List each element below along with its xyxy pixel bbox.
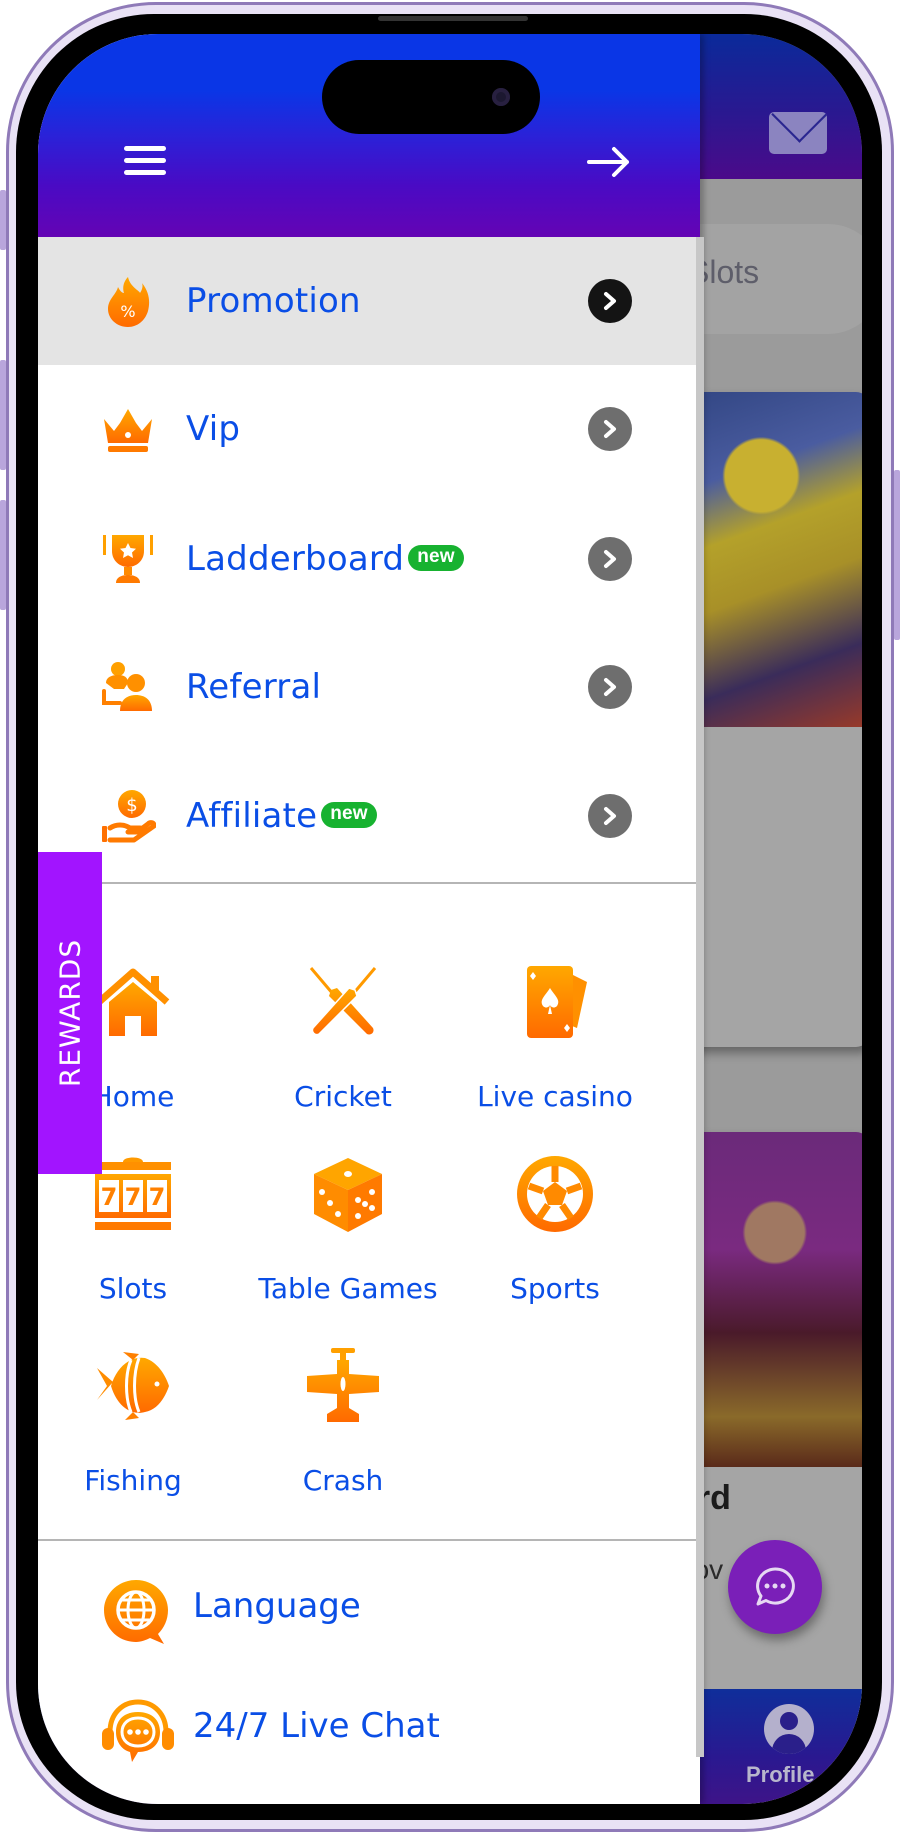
home-icon <box>96 968 170 1036</box>
rewards-tab[interactable]: REWARDS <box>38 852 102 1174</box>
category-label: Fishing <box>84 1464 182 1497</box>
category-fishing[interactable]: Fishing <box>38 1346 238 1521</box>
menu-item-label: Referral <box>186 667 322 707</box>
rewards-tab-label: REWARDS <box>53 938 87 1088</box>
people-icon <box>102 662 152 711</box>
category-label: Live casino <box>477 1080 633 1113</box>
menu-item-affiliate[interactable]: $ Affiliate new <box>38 752 700 880</box>
hand-coin-icon: $ <box>102 790 156 843</box>
footer-item-label: 24/7 Live Chat <box>193 1706 440 1746</box>
category-slots[interactable]: 7 7 7 Slots <box>38 1154 238 1329</box>
svg-text:$: $ <box>126 795 137 816</box>
soccer-ball-icon <box>517 1156 593 1232</box>
dice-icon <box>314 1158 382 1232</box>
flame-percent-icon: % <box>108 277 150 327</box>
cricket-bats-icon <box>309 967 377 1036</box>
phone-button-power <box>894 470 900 640</box>
menu-item-label: Vip <box>186 409 241 449</box>
menu-item-referral[interactable]: Referral <box>38 623 700 751</box>
globe-chat-icon <box>104 1580 168 1644</box>
hamburger-icon[interactable] <box>124 146 166 180</box>
dynamic-island <box>322 60 540 134</box>
category-live-casino[interactable]: Live casino <box>450 962 660 1137</box>
menu-item-ladderboard[interactable]: Ladderboard new <box>38 495 700 623</box>
airplane-icon <box>307 1348 379 1422</box>
new-badge: new <box>321 802 377 828</box>
chevron-right-icon <box>588 537 632 581</box>
category-sports[interactable]: Sports <box>450 1154 660 1329</box>
divider <box>38 1539 700 1541</box>
chevron-right-icon <box>588 279 632 323</box>
fish-icon <box>97 1352 169 1420</box>
phone-button-volume-down <box>0 500 6 610</box>
chat-bubble-icon <box>756 1567 795 1606</box>
svg-text:7: 7 <box>149 1183 166 1211</box>
category-cricket[interactable]: Cricket <box>238 962 448 1137</box>
menu-item-promotion[interactable]: % Promotion <box>38 237 700 365</box>
category-label: Slots <box>98 1272 168 1305</box>
new-badge: new <box>408 545 464 571</box>
drawer-header <box>38 34 700 237</box>
crown-icon <box>104 409 152 452</box>
phone-button-silent <box>0 190 6 250</box>
chevron-right-icon <box>588 407 632 451</box>
bottom-nav-profile-label[interactable]: Profile <box>746 1762 814 1788</box>
slot-machine-icon: 7 7 7 <box>95 1157 171 1230</box>
chevron-right-icon <box>588 794 632 838</box>
menu-item-label-text: Affiliate <box>186 796 318 836</box>
chat-fab-button[interactable] <box>728 1540 822 1634</box>
camera-icon <box>492 88 510 106</box>
category-crash[interactable]: Crash <box>238 1346 448 1521</box>
category-label: Sports <box>510 1272 600 1305</box>
phone-screen: Slots ard nov Profile % Promotion <box>38 34 862 1804</box>
category-table-games[interactable]: Table Games <box>243 1154 453 1329</box>
menu-item-language[interactable]: Language <box>38 1556 700 1656</box>
phone-button-volume-up <box>0 360 6 470</box>
menu-item-live-chat[interactable]: 24/7 Live Chat <box>38 1676 700 1776</box>
divider <box>38 882 700 884</box>
phone-speaker <box>378 16 528 21</box>
category-label: Crash <box>302 1464 384 1497</box>
footer-item-label: Language <box>193 1586 361 1626</box>
drawer-scrollbar[interactable] <box>696 237 704 1757</box>
chevron-right-icon <box>588 665 632 709</box>
menu-item-label: Ladderboard new <box>186 539 464 579</box>
menu-item-label: Affiliate new <box>186 796 377 836</box>
side-drawer: % Promotion Vip Ladderboard new Referral… <box>38 34 704 1804</box>
headset-chat-icon <box>102 1699 174 1762</box>
svg-text:%: % <box>120 302 135 321</box>
profile-icon[interactable] <box>764 1704 814 1754</box>
menu-item-label-text: Ladderboard <box>186 539 405 579</box>
trophy-icon <box>103 535 153 583</box>
category-label: Cricket <box>294 1080 392 1113</box>
svg-text:7: 7 <box>125 1183 142 1211</box>
mail-icon[interactable] <box>769 112 827 154</box>
menu-item-label: Promotion <box>186 281 361 321</box>
arrow-right-icon[interactable] <box>586 142 632 182</box>
svg-text:7: 7 <box>101 1183 118 1211</box>
category-label: Table Games <box>258 1272 438 1305</box>
menu-item-vip[interactable]: Vip <box>38 365 700 493</box>
playing-cards-icon <box>527 966 587 1038</box>
